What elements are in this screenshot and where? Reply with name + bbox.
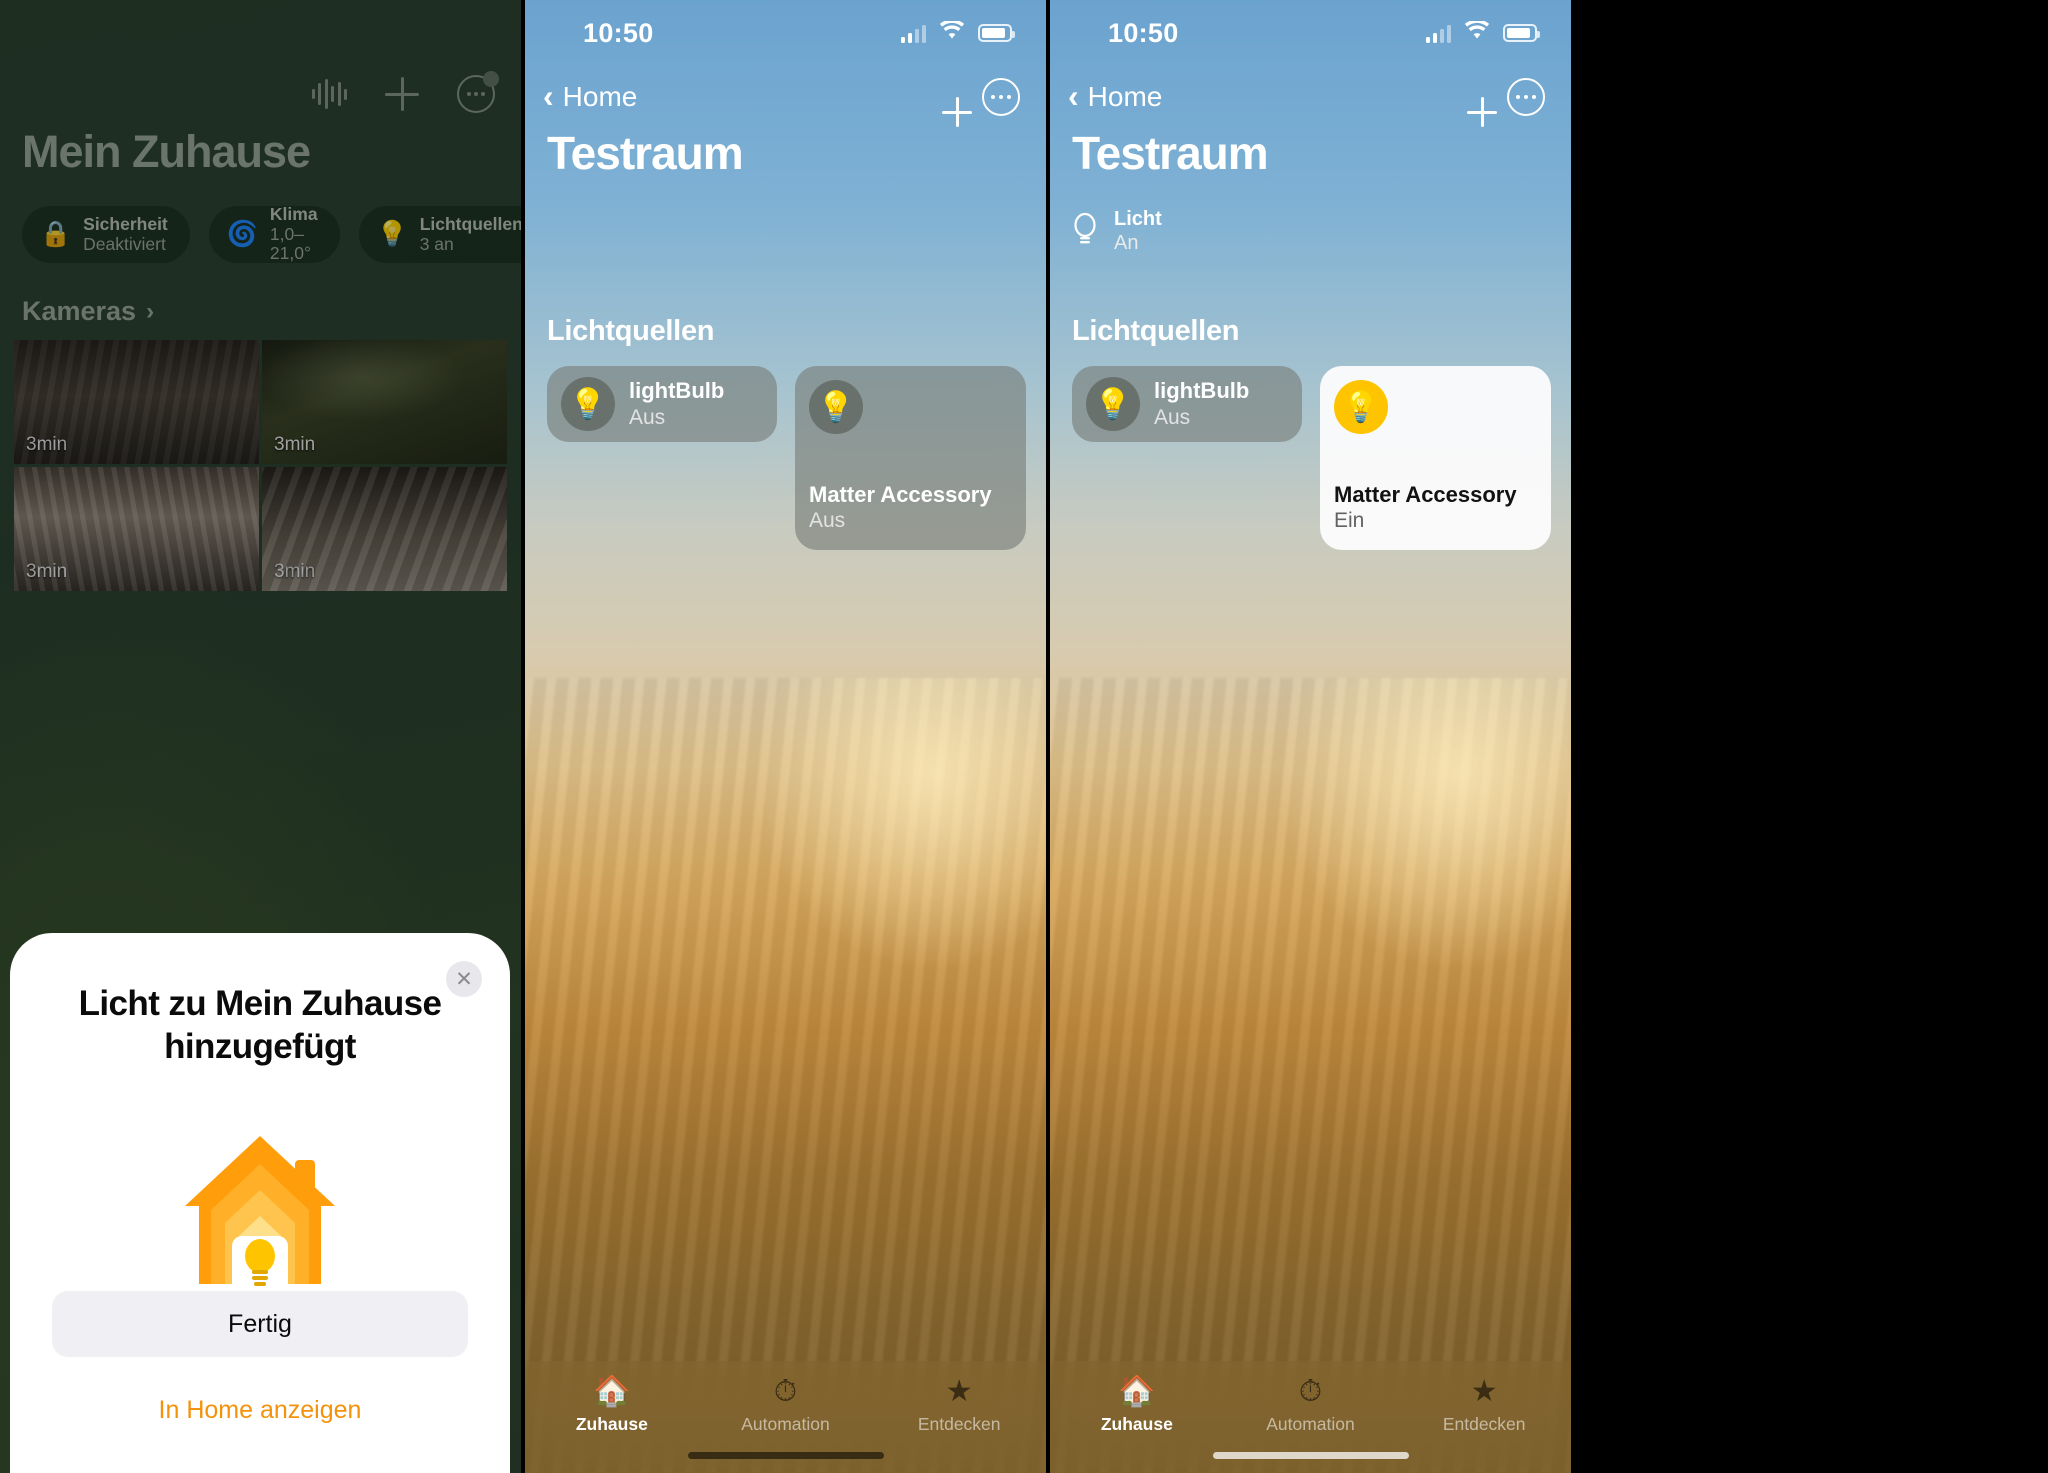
lightbulb-icon: 💡 [1334, 380, 1388, 434]
screenshot-triptych: Mein Zuhause 🔒 Sicherheit Deaktiviert 🌀 … [0, 0, 2048, 1473]
lightbulb-icon: 💡 [1086, 377, 1140, 431]
tab-label: Zuhause [575, 1414, 648, 1434]
page-title: Testraum [1072, 127, 1269, 179]
status-clock: 10:50 [583, 17, 654, 48]
accessory-card-lightbulb[interactable]: 💡 lightBulb Aus [547, 366, 777, 442]
lightbulb-icon [1072, 212, 1098, 252]
tab-label: Automation [741, 1414, 830, 1434]
status-bar: 10:50 [525, 0, 1046, 66]
clock-icon: ⏱ [1298, 1375, 1323, 1408]
more-icon[interactable] [982, 78, 1020, 116]
done-button[interactable]: Fertig [52, 1291, 468, 1357]
accessory-card-matter-accessory[interactable]: 💡 Matter Accessory Aus [795, 366, 1026, 550]
phone-panel-home-overview: Mein Zuhause 🔒 Sicherheit Deaktiviert 🌀 … [0, 0, 521, 1473]
room-summary-licht[interactable]: Licht An [1072, 208, 1162, 255]
navigation-bar: ‹ Home [1050, 66, 1571, 128]
phone-panel-room-off: 10:50 ‹ Home Testraum Lichtquellen 💡 lig… [525, 0, 1046, 1473]
tab-zuhause[interactable]: 🏠 Zuhause [1050, 1377, 1224, 1435]
accessory-state: Ein [1334, 508, 1365, 532]
accessory-cards: 💡 lightBulb Aus 💡 Matter Accessory Aus [547, 366, 1036, 550]
show-in-home-link[interactable]: In Home anzeigen [10, 1396, 510, 1425]
accessory-state: Aus [809, 508, 846, 532]
accessory-title: lightBulb [629, 378, 725, 404]
home-with-bulb-icon [175, 1120, 345, 1293]
back-button[interactable]: ‹ Home [543, 77, 638, 114]
sheet-title: Licht zu Mein Zuhause hinzugefügt [78, 984, 442, 1066]
tab-automation[interactable]: ⏱ Automation [699, 1377, 873, 1435]
more-icon[interactable] [1507, 78, 1545, 116]
battery-icon [1503, 24, 1540, 42]
home-icon: 🏠 [593, 1375, 631, 1408]
back-button[interactable]: ‹ Home [1068, 77, 1163, 114]
wifi-icon [939, 19, 965, 45]
tab-entdecken[interactable]: ★ Entdecken [872, 1377, 1046, 1435]
home-indicator [687, 1452, 884, 1459]
back-label: Home [1087, 81, 1163, 112]
navigation-bar: ‹ Home [525, 66, 1046, 128]
home-indicator [1212, 1452, 1409, 1459]
chevron-left-icon: ‹ [1068, 77, 1079, 114]
tab-bar: 🏠 Zuhause ⏱ Automation ★ Entdecken [1050, 1361, 1571, 1473]
tab-label: Entdecken [917, 1414, 1001, 1434]
star-icon: ★ [1470, 1375, 1498, 1408]
wifi-icon [1464, 19, 1490, 45]
accessory-state: Aus [629, 405, 666, 429]
added-light-sheet: ✕ Licht zu Mein Zuhause hinzugefügt Fert… [10, 933, 510, 1473]
status-bar: 10:50 [1050, 0, 1571, 66]
tab-zuhause[interactable]: 🏠 Zuhause [525, 1377, 699, 1435]
cellular-icon [1425, 24, 1451, 43]
section-title-lichtquellen: Lichtquellen [1072, 315, 1240, 347]
accessory-card-lightbulb[interactable]: 💡 lightBulb Aus [1072, 366, 1302, 442]
accessory-cards: 💡 lightBulb Aus 💡 Matter Accessory Ein [1072, 366, 1561, 550]
summary-label: Licht [1114, 208, 1162, 230]
chevron-left-icon: ‹ [543, 77, 554, 114]
clock-icon: ⏱ [773, 1375, 798, 1408]
lightbulb-icon: 💡 [809, 380, 863, 434]
cellular-icon [900, 24, 926, 43]
lightbulb-icon: 💡 [561, 377, 615, 431]
status-clock: 10:50 [1108, 17, 1179, 48]
tab-label: Zuhause [1100, 1414, 1173, 1434]
tab-automation[interactable]: ⏱ Automation [1224, 1377, 1398, 1435]
star-icon: ★ [945, 1375, 973, 1408]
accessory-title: Matter Accessory [1334, 481, 1517, 507]
accessory-state: Aus [1154, 405, 1191, 429]
tab-bar: 🏠 Zuhause ⏱ Automation ★ Entdecken [525, 1361, 1046, 1473]
section-title-lichtquellen: Lichtquellen [547, 315, 715, 347]
home-icon: 🏠 [1118, 1375, 1156, 1408]
page-title: Testraum [547, 127, 744, 179]
room-background [525, 0, 1046, 1473]
tab-entdecken[interactable]: ★ Entdecken [1397, 1377, 1571, 1435]
battery-icon [978, 24, 1015, 42]
accessory-title: lightBulb [1154, 378, 1250, 404]
summary-value: An [1114, 231, 1139, 254]
tab-label: Automation [1266, 1414, 1355, 1434]
close-icon[interactable]: ✕ [446, 961, 482, 997]
tab-label: Entdecken [1442, 1414, 1526, 1434]
accessory-title: Matter Accessory [809, 481, 992, 507]
phone-panel-room-on: 10:50 ‹ Home Testraum Licht An Lichtquel… [1050, 0, 1571, 1473]
accessory-card-matter-accessory[interactable]: 💡 Matter Accessory Ein [1320, 366, 1551, 550]
back-label: Home [562, 81, 638, 112]
